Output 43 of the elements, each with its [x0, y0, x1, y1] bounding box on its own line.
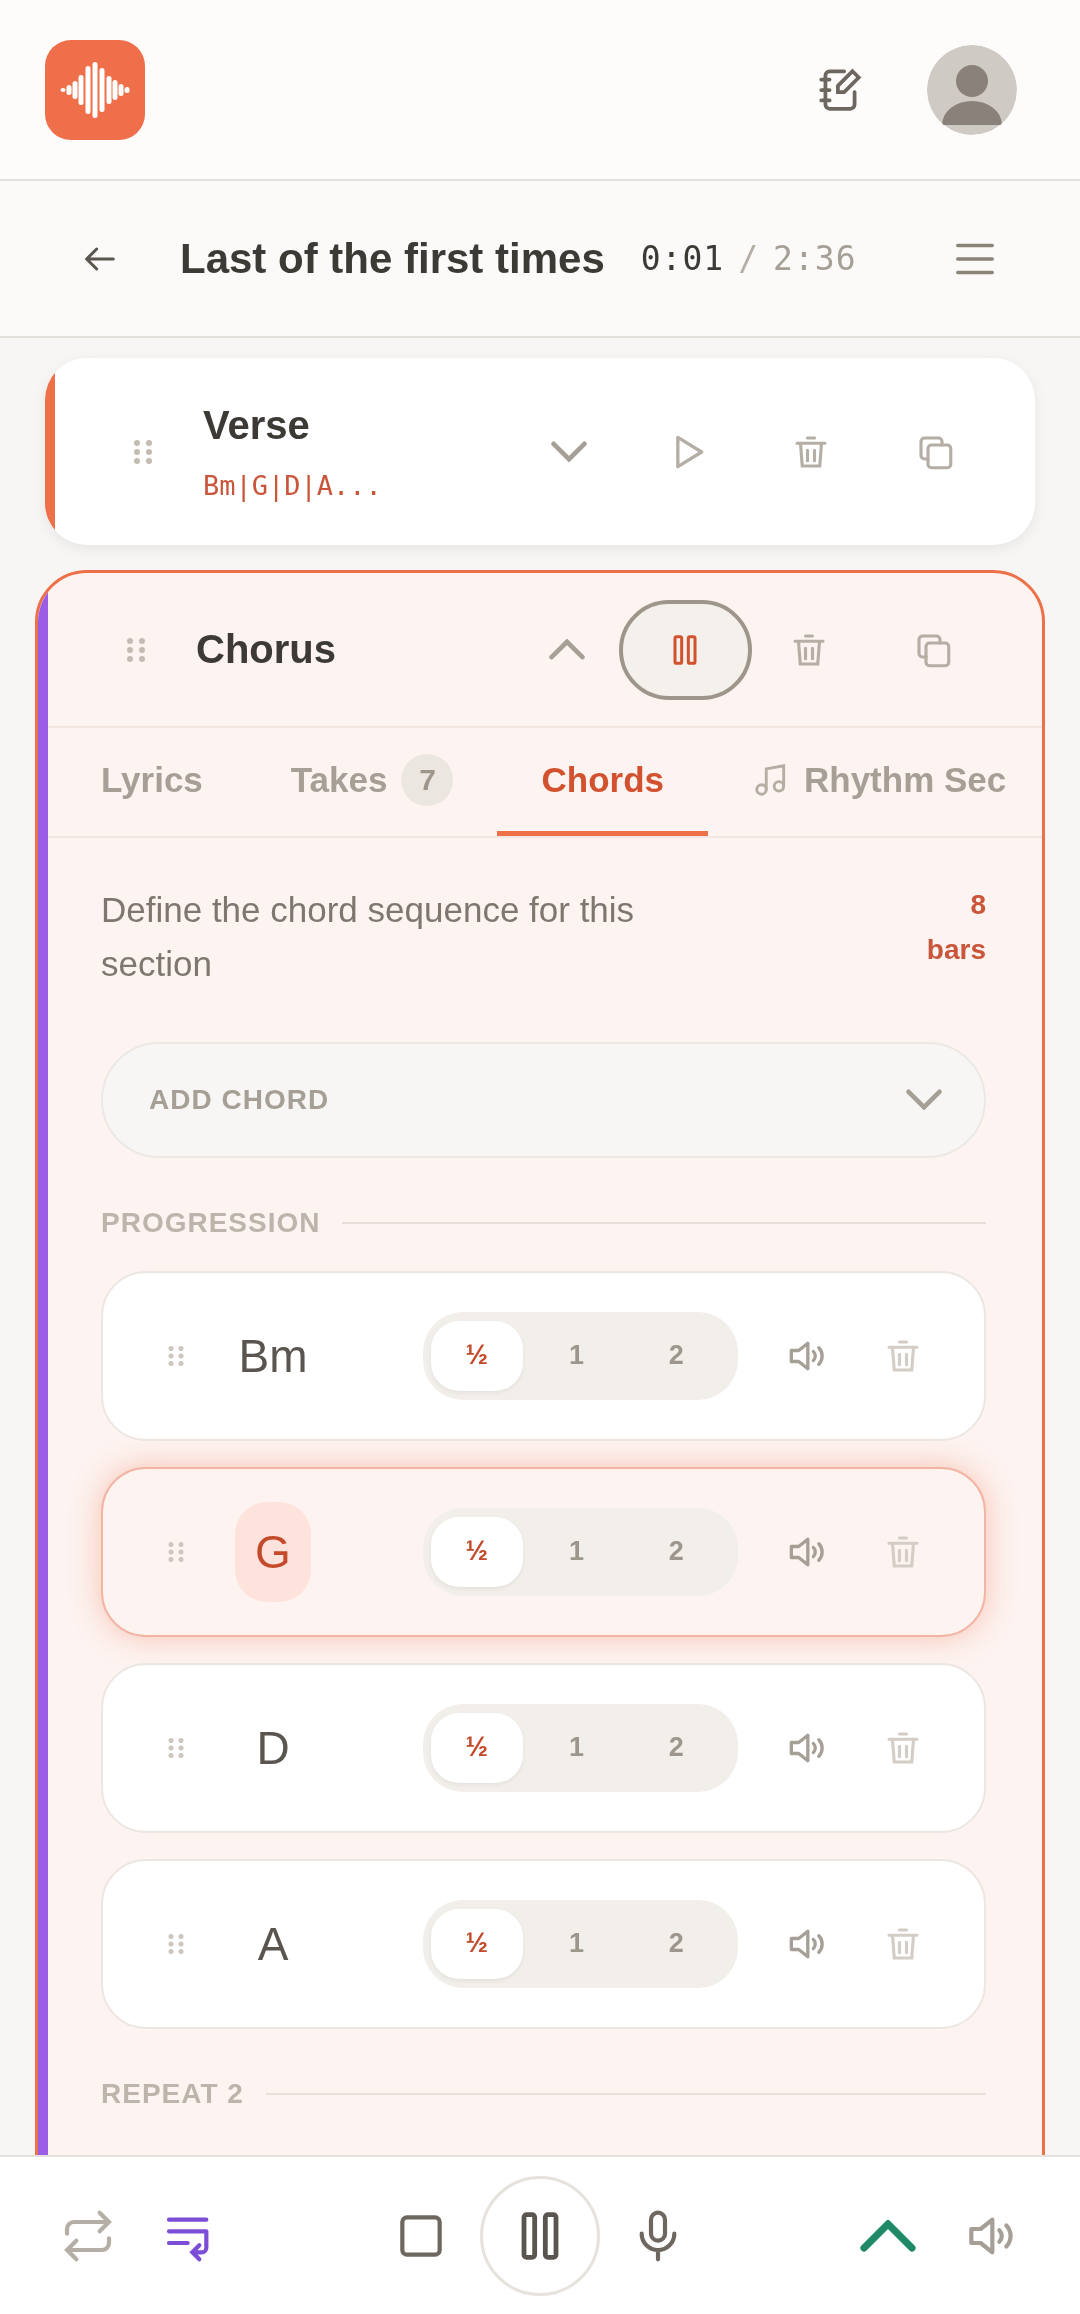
chord-name: Bm	[237, 1328, 309, 1384]
description: Define the chord sequence for this section	[101, 889, 636, 986]
chevron-icon	[860, 2219, 916, 2252]
bar-count: 8 bars	[926, 888, 986, 967]
chord-row[interactable]: A ½ 1 2	[101, 1858, 986, 2029]
chord-row[interactable]: Bm ½ 1 2	[101, 1270, 986, 1441]
avatar[interactable]	[927, 44, 1017, 135]
chevron-icon	[549, 639, 585, 660]
chord-name: G	[235, 1501, 311, 1602]
chord-row[interactable]: D ½ 1 2	[101, 1662, 986, 1833]
chevron-icon	[551, 441, 587, 462]
duration-option[interactable]: 1	[530, 1320, 623, 1391]
count-badge: 7	[401, 753, 454, 806]
duration-option[interactable]: 2	[630, 1712, 722, 1783]
expand-button[interactable]	[860, 2219, 916, 2252]
chord-name: A	[256, 1916, 290, 1972]
total-duration: 2:36	[773, 239, 857, 278]
chord-row[interactable]: G ½ 1 2	[101, 1466, 986, 1637]
duration-option[interactable]: 2	[630, 1516, 722, 1587]
duration-option[interactable]: 1	[530, 1516, 623, 1587]
duration-option[interactable]: 2	[630, 1908, 722, 1979]
chevron-icon	[906, 1089, 942, 1110]
duration-option[interactable]: 1	[530, 1908, 623, 1979]
section-name: Verse	[203, 402, 311, 448]
duration-option[interactable]: ½	[431, 1320, 523, 1391]
time-separator: /	[738, 239, 760, 278]
section-name: Chorus	[196, 627, 337, 672]
elapsed-time: 0:01	[640, 239, 725, 278]
tab[interactable]: Chords	[497, 728, 708, 836]
add-chord-dropdown[interactable]: ADD CHORD	[101, 1041, 986, 1158]
tab[interactable]: Takes 7	[246, 728, 498, 836]
group-label: REPEAT 2	[101, 2077, 244, 2110]
tab[interactable]: Lyrics	[57, 728, 247, 836]
duration-option[interactable]: 2	[630, 1320, 722, 1391]
duration-option[interactable]: 1	[530, 1712, 623, 1783]
tab[interactable]: Rhythm Sec	[708, 728, 1007, 836]
duration-option[interactable]: ½	[431, 1516, 523, 1587]
song-title: Last of the first times	[180, 234, 605, 283]
group-label: PROGRESSION	[101, 1206, 321, 1239]
chord-name: D	[255, 1720, 291, 1776]
duration-option[interactable]: ½	[431, 1908, 523, 1979]
duration-option[interactable]: ½	[431, 1712, 523, 1783]
chord-preview: Bm|G|D|A...	[203, 469, 383, 501]
